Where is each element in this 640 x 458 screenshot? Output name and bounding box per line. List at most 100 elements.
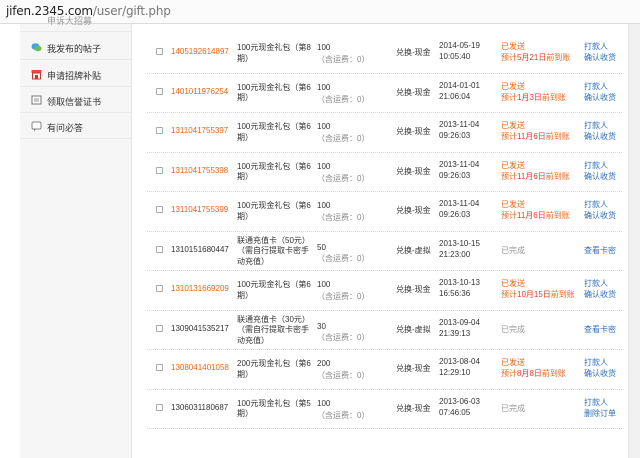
row-checkbox[interactable] <box>156 87 163 95</box>
row-checkbox[interactable] <box>156 285 163 292</box>
row-checkbox[interactable] <box>156 324 163 332</box>
order-number[interactable]: 1310131669209 <box>171 284 229 293</box>
row-checkbox[interactable] <box>156 403 163 411</box>
exchange-type: 兑换-现金 <box>396 364 431 373</box>
row-action-secondary-link[interactable]: 确认收货 <box>584 171 616 182</box>
order-date: 2013-11-04 <box>439 159 480 169</box>
order-time: 12:29:10 <box>439 368 471 377</box>
sidebar-item-subsidy[interactable]: 申请招牌补贴 <box>20 61 132 87</box>
gift-amount: 100 <box>317 122 331 131</box>
order-time: 16:56:36 <box>439 289 471 298</box>
shipping-fee: （含运费：0） <box>317 134 370 143</box>
row-action-primary-link[interactable]: 打款人 <box>584 278 608 289</box>
table-row: 1405192614897 100元现金礼包（第8期） 100 （含运费：0） 兑换-现… <box>147 34 622 74</box>
row-checkbox[interactable] <box>156 206 163 213</box>
gift-name: 100元现金礼包（第6期） <box>237 122 311 142</box>
table-row: 1310131669209 100元现金礼包（第6期） 100 （含运费：0） 兑换-现… <box>147 271 622 311</box>
shipping-fee: （含运费：0） <box>317 253 370 263</box>
order-time: 09:26:03 <box>439 170 471 180</box>
order-number[interactable]: 1311041755398 <box>171 166 228 175</box>
sidebar-item-my-posts[interactable]: 我发布的帖子 <box>20 34 132 60</box>
sidebar-item-campaign[interactable]: 申诉大招募 <box>20 12 132 32</box>
row-action-primary-link[interactable]: 打款人 <box>584 120 608 131</box>
gift-amount: 200 <box>317 359 331 368</box>
gift-amount: 100 <box>317 398 331 408</box>
sidebar-item-qa[interactable]: 有问必答 <box>20 113 132 139</box>
row-checkbox[interactable] <box>156 245 163 253</box>
chat-bubble-icon <box>31 43 42 52</box>
exchange-type: 兑换-虚拟 <box>396 324 431 334</box>
row-action-secondary-link[interactable]: 确认收货 <box>584 52 616 63</box>
gift-name: 100元现金礼包（第6期） <box>237 82 311 103</box>
page-scrollbar[interactable] <box>628 24 640 458</box>
table-row: 1311041755398 100元现金礼包（第6期） 100 （含运费：0） 兑换-现… <box>147 153 622 192</box>
table-row: 1310151680447 联通充值卡（50元）（需自行提取卡密手动充值） 50 （含… <box>147 232 622 271</box>
order-time: 21:06:04 <box>439 91 471 101</box>
table-row: 1311041755397 100元现金礼包（第6期） 100 （含运费：0） 兑换-现… <box>147 113 622 153</box>
shipping-fee: （含运费：0） <box>317 410 370 420</box>
order-number[interactable]: 1308041401058 <box>171 363 229 372</box>
certificate-icon <box>31 95 42 105</box>
exchange-type: 兑换-现金 <box>396 285 431 294</box>
order-date: 2013-06-03 <box>439 396 480 406</box>
order-number: 1306031180687 <box>171 402 229 412</box>
exchange-type: 兑换-现金 <box>396 166 431 176</box>
order-number: 1309041535217 <box>171 323 229 333</box>
expected-arrival: 预计11月6日前到账 <box>501 171 570 181</box>
row-action-secondary-link[interactable]: 确认收货 <box>584 210 616 221</box>
row-checkbox[interactable] <box>156 364 163 371</box>
expected-arrival: 预计10月15日前到账 <box>501 290 575 299</box>
order-date: 2013-11-04 <box>439 120 480 129</box>
order-number[interactable]: 1405192614897 <box>171 47 229 56</box>
row-action-primary-link[interactable]: 打款人 <box>584 199 608 210</box>
expected-arrival: 预计5月21日前到账 <box>501 53 571 62</box>
shipping-fee: （含运费：0） <box>317 55 370 64</box>
row-action-secondary-link[interactable]: 确认收货 <box>584 289 616 300</box>
order-time: 21:23:00 <box>439 249 471 259</box>
row-action-primary-link[interactable]: 打款人 <box>584 81 608 92</box>
order-time: 09:26:03 <box>439 210 471 219</box>
table-row: 1401011976254 100元现金礼包（第6期） 100 （含运费：0） 兑换-现… <box>147 74 622 113</box>
order-date: 2013-11-04 <box>439 199 480 208</box>
order-date: 2014-01-01 <box>439 80 480 90</box>
order-list: 1405192614897 100元现金礼包（第8期） 100 （含运费：0） 兑换-现… <box>147 34 622 429</box>
gift-amount: 50 <box>317 242 326 252</box>
status-badge: 已发送 <box>501 42 525 51</box>
shipping-fee: （含运费：0） <box>317 332 370 342</box>
shipping-fee: （含运费：0） <box>317 173 370 183</box>
row-checkbox[interactable] <box>156 127 163 134</box>
order-date: 2013-10-13 <box>439 278 480 287</box>
row-action-secondary-link[interactable]: 确认收货 <box>584 131 616 142</box>
order-time: 10:05:40 <box>439 52 471 61</box>
sidebar-item-certificate[interactable]: 领取信誉证书 <box>20 87 132 113</box>
gift-name: 100元现金礼包（第8期） <box>237 43 311 63</box>
order-number[interactable]: 1311041755397 <box>171 126 228 135</box>
order-date: 2013-09-04 <box>439 317 480 327</box>
status-badge: 已发送 <box>501 279 525 288</box>
gift-amount: 100 <box>317 43 331 52</box>
row-checkbox[interactable] <box>156 48 163 55</box>
row-action-primary-link[interactable]: 打款人 <box>584 41 608 52</box>
expected-arrival: 预计8月8日前到账 <box>501 369 566 378</box>
exchange-type: 兑换-现金 <box>396 206 431 215</box>
sidebar-item-label: 有问必答 <box>47 124 84 134</box>
row-action-primary-link[interactable]: 打款人 <box>584 160 608 171</box>
gift-name: 联通充值卡（50元）（需自行提取卡密手动充值） <box>237 235 310 266</box>
row-action-secondary-link[interactable]: 删除订单 <box>584 408 616 419</box>
row-checkbox[interactable] <box>156 166 163 174</box>
order-number[interactable]: 1311041755399 <box>171 205 228 214</box>
row-action-secondary-link[interactable]: 确认收货 <box>584 368 616 379</box>
gift-name: 200元现金礼包（第6期） <box>237 359 311 379</box>
gift-amount: 30 <box>317 321 326 331</box>
row-action-primary-link[interactable]: 查看卡密 <box>584 245 616 256</box>
exchange-type: 兑换-现金 <box>396 127 431 136</box>
order-number[interactable]: 1401011976254 <box>171 87 228 96</box>
row-action-primary-link[interactable]: 打款人 <box>584 397 608 408</box>
shipping-fee: （含运费：0） <box>317 213 370 222</box>
order-number: 1310151680447 <box>171 244 229 254</box>
status-badge: 已完成 <box>501 403 525 413</box>
row-action-primary-link[interactable]: 打款人 <box>584 357 608 368</box>
row-action-primary-link[interactable]: 查看卡密 <box>584 324 616 335</box>
expected-arrival: 预计1月3日前到账 <box>501 92 566 102</box>
row-action-secondary-link[interactable]: 确认收货 <box>584 92 616 103</box>
